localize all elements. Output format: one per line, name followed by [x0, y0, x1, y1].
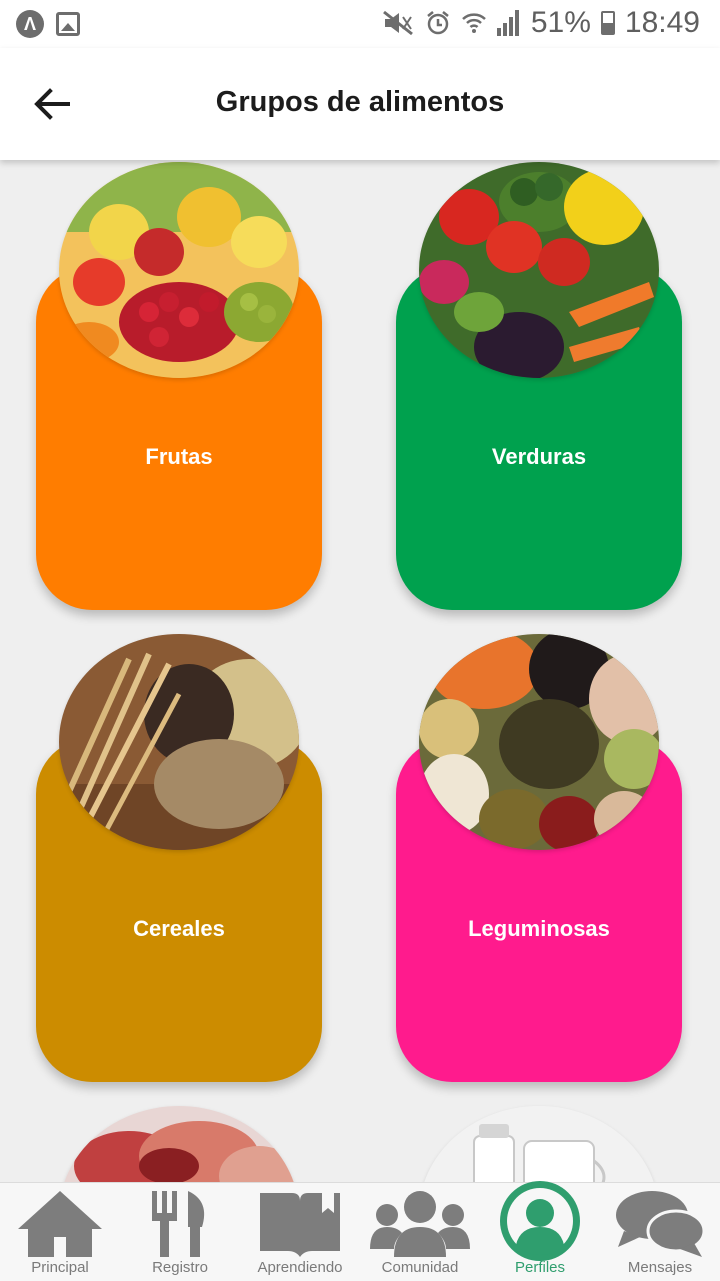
app-bar: Grupos de alimentos — [0, 48, 720, 160]
vegetables-image[interactable] — [419, 162, 659, 378]
home-icon — [18, 1191, 102, 1257]
page-title: Grupos de alimentos — [215, 86, 505, 118]
chat-bubbles-icon — [616, 1191, 706, 1257]
status-bar: Λ 51% 18:49 — [0, 0, 720, 48]
gallery-notification-icon — [56, 12, 80, 36]
fruits-image[interactable] — [59, 162, 299, 378]
food-group-grid: Frutas Verduras Cereales Leguminosas — [0, 160, 720, 1182]
signal-icon — [496, 10, 521, 36]
book-icon — [260, 1193, 340, 1257]
nav-item-principal[interactable]: Principal — [1, 1183, 119, 1281]
food-group-label: Cereales — [133, 916, 225, 941]
nav-item-perfiles[interactable]: Perfiles — [481, 1181, 599, 1281]
app-notification-icon: Λ — [16, 10, 44, 38]
dairy-image[interactable] — [419, 1106, 659, 1182]
nav-label: Aprendiendo — [257, 1259, 343, 1276]
battery-percentage: 51% — [530, 6, 591, 39]
legumes-image[interactable] — [419, 634, 659, 850]
nav-item-mensajes[interactable]: Mensajes — [601, 1183, 719, 1281]
battery-icon — [600, 11, 615, 35]
food-group-label: Leguminosas — [468, 916, 610, 941]
nav-item-registro[interactable]: Registro — [121, 1183, 239, 1281]
nav-label: Principal — [31, 1259, 89, 1276]
alarm-icon — [427, 11, 449, 35]
food-group-label: Frutas — [145, 444, 213, 469]
cereals-image[interactable] — [59, 634, 299, 850]
meat-image[interactable] — [59, 1106, 299, 1182]
food-group-label: Verduras — [491, 444, 587, 469]
bottom-navigation: Principal Registro Aprendiendo Comunidad… — [0, 1181, 720, 1281]
nav-label: Registro — [152, 1259, 208, 1276]
nav-item-aprendiendo[interactable]: Aprendiendo — [241, 1183, 359, 1281]
mute-icon — [382, 10, 413, 36]
nav-label: Mensajes — [627, 1259, 693, 1276]
clock: 18:49 — [624, 6, 700, 39]
nav-item-comunidad[interactable]: Comunidad — [361, 1183, 479, 1281]
wifi-icon — [462, 13, 486, 33]
utensils-icon — [152, 1191, 205, 1257]
nav-label: Comunidad — [381, 1259, 459, 1276]
users-icon — [370, 1191, 470, 1257]
user-circle-icon — [500, 1181, 580, 1261]
nav-label: Perfiles — [514, 1259, 566, 1276]
